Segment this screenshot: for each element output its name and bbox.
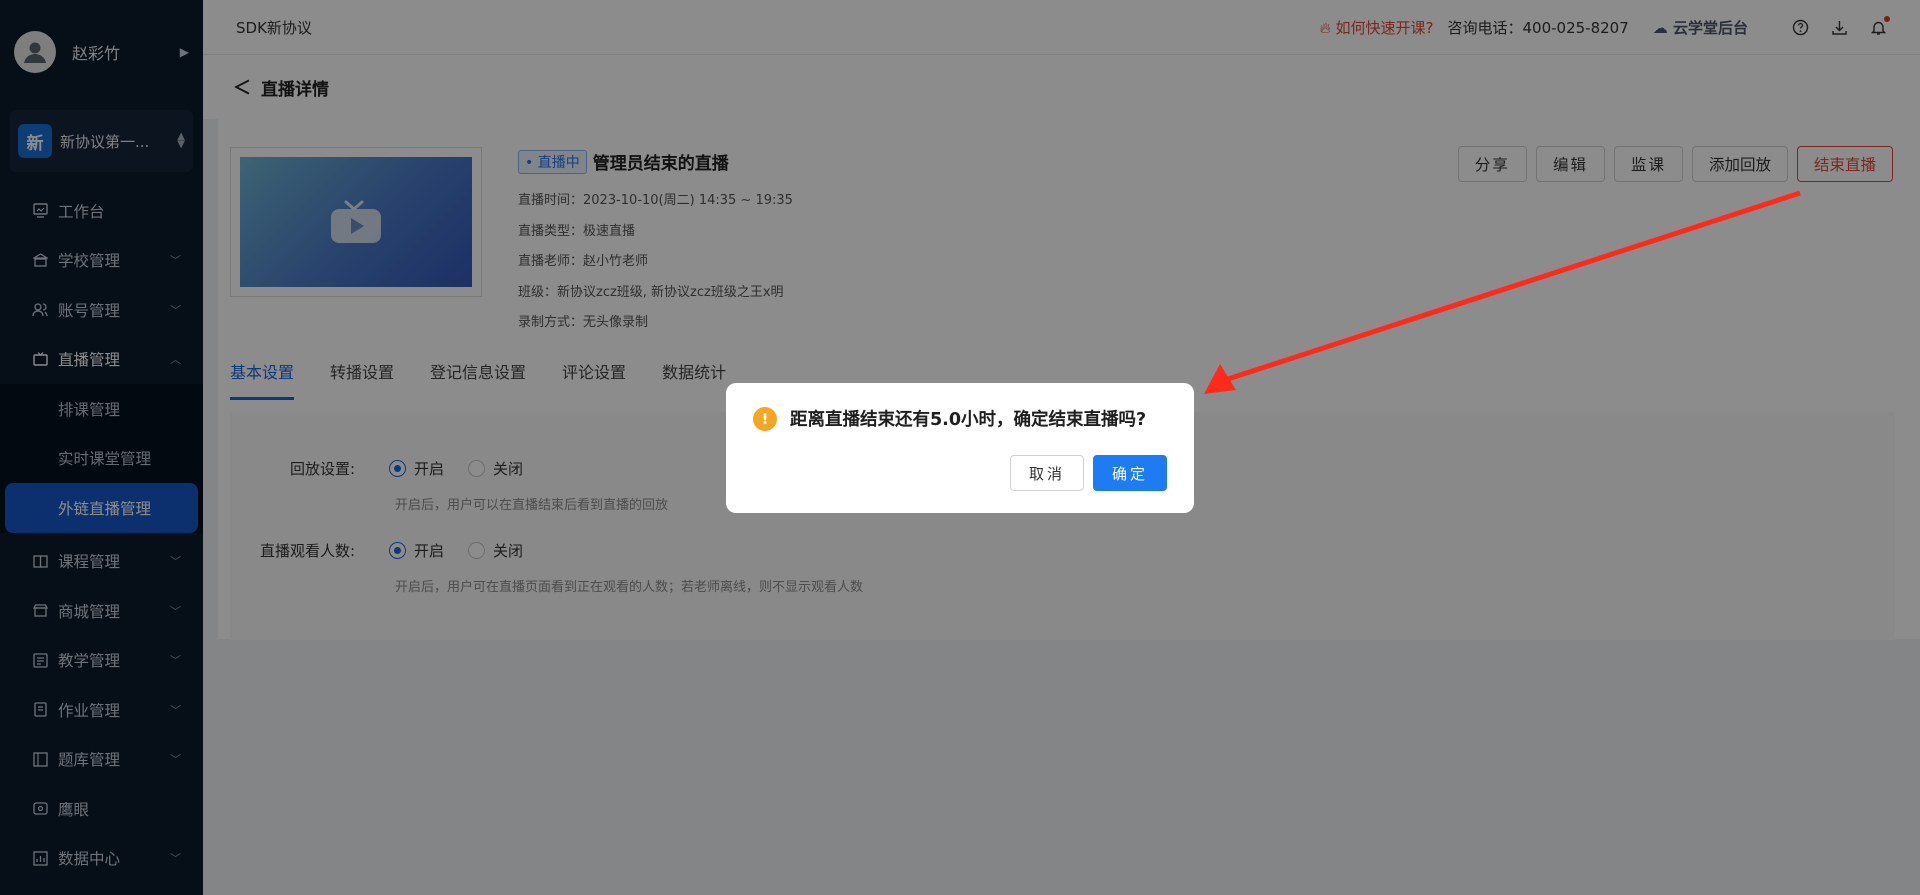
dialog-message: 距离直播结束还有5.0小时，确定结束直播吗? (790, 410, 1147, 430)
confirm-dialog: ! 距离直播结束还有5.0小时，确定结束直播吗? 取消 确定 (726, 383, 1194, 513)
confirm-button[interactable]: 确定 (1092, 455, 1167, 491)
warning-icon: ! (753, 407, 777, 431)
cancel-button[interactable]: 取消 (1009, 455, 1084, 491)
